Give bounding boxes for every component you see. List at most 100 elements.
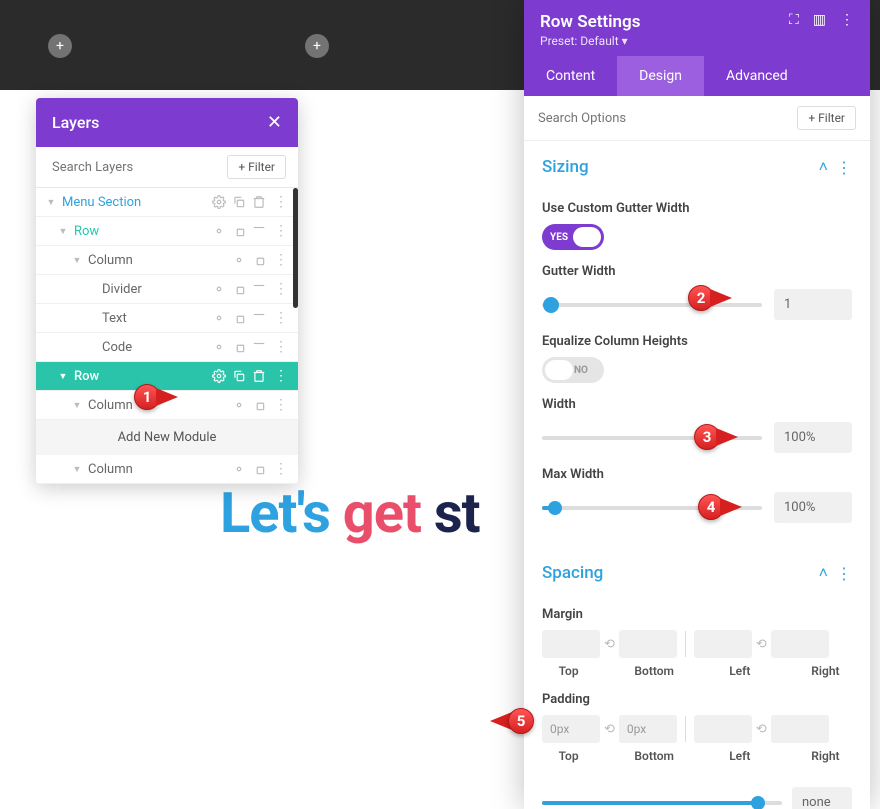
tab-design[interactable]: Design [617,56,704,96]
padding-top-input[interactable]: 0px [542,715,600,743]
layer-module-divider[interactable]: Divider ⋮ [36,275,298,304]
gear-icon[interactable] [232,462,246,476]
slider-thumb[interactable] [548,501,562,515]
caret-icon[interactable]: ▼ [70,255,84,266]
link-icon[interactable]: ⟲ [756,637,767,652]
more-icon[interactable]: ⋮ [272,281,290,297]
trash-icon[interactable] [252,224,266,238]
duplicate-icon[interactable] [232,282,246,296]
margin-top-input[interactable] [542,630,600,658]
row-settings-panel: Row Settings Preset: Default ▾ ⛶ ▥ ⋮ Con… [524,0,870,809]
duplicate-icon[interactable] [252,253,266,267]
more-icon[interactable]: ⋮ [272,397,290,413]
link-icon[interactable]: ⟲ [604,722,615,737]
section-sizing-header[interactable]: Sizing ˄ ⋮ [542,141,852,187]
layers-filter-button[interactable]: + Filter [227,155,286,179]
padding-bottom-input[interactable]: 0px [619,715,677,743]
chevron-up-icon[interactable]: ˄ [819,157,828,177]
more-icon[interactable]: ⋮ [272,461,290,477]
preset-dropdown[interactable]: Preset: Default ▾ [540,34,640,48]
layer-add-module[interactable]: Add New Module [36,420,298,455]
section-spacing-header[interactable]: Spacing ˄ ⋮ [542,547,852,593]
callout-2: 2 [688,285,732,311]
padding-left-input[interactable] [694,715,752,743]
callout-1: 1 [134,384,178,410]
gear-icon[interactable] [212,311,226,325]
tab-advanced[interactable]: Advanced [704,56,810,96]
more-icon[interactable]: ⋮ [272,252,290,268]
caret-icon[interactable]: ▼ [56,371,70,382]
gear-icon[interactable] [212,369,226,383]
gear-icon[interactable] [212,195,226,209]
unit-slider[interactable] [542,801,782,805]
snap-icon[interactable]: ▥ [813,12,826,28]
more-icon[interactable]: ⋮ [836,158,852,177]
duplicate-icon[interactable] [252,398,266,412]
caret-icon[interactable]: ▼ [70,464,84,475]
settings-body: Sizing ˄ ⋮ Use Custom Gutter Width YES G… [524,141,870,809]
layer-column[interactable]: ▼ Column ⋮ [36,246,298,275]
settings-filter-button[interactable]: + Filter [797,106,856,130]
trash-icon[interactable] [252,195,266,209]
label-gutter-width: Gutter Width [542,264,852,279]
layer-module-code[interactable]: Code ⋮ [36,333,298,362]
trash-icon[interactable] [252,369,266,383]
gear-icon[interactable] [232,398,246,412]
trash-icon[interactable] [252,340,266,354]
more-icon[interactable]: ⋮ [836,564,852,583]
layers-panel-title: Layers [52,113,99,132]
margin-right-input[interactable] [771,630,829,658]
label-width: Width [542,397,852,412]
toggle-custom-gutter[interactable]: YES [542,224,604,250]
caret-icon[interactable]: ▼ [44,197,58,208]
chevron-up-icon[interactable]: ˄ [819,563,828,583]
more-icon[interactable]: ⋮ [272,223,290,239]
slider-thumb[interactable] [751,796,765,809]
more-icon[interactable]: ⋮ [840,12,854,28]
tab-content[interactable]: Content [524,56,617,96]
settings-search-input[interactable] [538,111,797,126]
gear-icon[interactable] [212,282,226,296]
trash-icon[interactable] [252,311,266,325]
layer-column[interactable]: ▼ Column ⋮ [36,455,298,484]
duplicate-icon[interactable] [232,195,246,209]
margin-inputs: ⟲ ⟲ [542,630,852,658]
more-icon[interactable]: ⋮ [272,339,290,355]
more-icon[interactable]: ⋮ [272,194,290,210]
duplicate-icon[interactable] [232,311,246,325]
add-section-button[interactable]: + [48,34,72,58]
trash-icon[interactable] [252,282,266,296]
more-icon[interactable]: ⋮ [272,368,290,384]
slider-thumb[interactable] [543,297,559,313]
layer-section[interactable]: ▼ Menu Section ⋮ [36,188,298,217]
padding-right-input[interactable] [771,715,829,743]
width-value[interactable]: 100% [774,422,852,453]
unit-value[interactable]: none [792,787,852,809]
max-width-value[interactable]: 100% [774,492,852,523]
add-section-button[interactable]: + [305,34,329,58]
margin-bottom-input[interactable] [619,630,677,658]
gear-icon[interactable] [212,224,226,238]
duplicate-icon[interactable] [232,224,246,238]
toggle-equalize[interactable]: NO [542,357,604,383]
link-icon[interactable]: ⟲ [604,637,615,652]
layers-search-input[interactable] [48,156,227,179]
link-icon[interactable]: ⟲ [756,722,767,737]
gear-icon[interactable] [212,340,226,354]
settings-tabs: Content Design Advanced [524,56,870,96]
close-icon[interactable]: ✕ [267,112,282,133]
more-icon[interactable]: ⋮ [272,310,290,326]
expand-icon[interactable]: ⛶ [789,12,799,28]
duplicate-icon[interactable] [232,369,246,383]
duplicate-icon[interactable] [232,340,246,354]
layers-panel-header: Layers ✕ [36,98,298,147]
gear-icon[interactable] [232,253,246,267]
caret-icon[interactable]: ▼ [56,226,70,237]
layer-row[interactable]: ▼ Row ⋮ [36,217,298,246]
margin-left-input[interactable] [694,630,752,658]
caret-icon[interactable]: ▼ [70,400,84,411]
gutter-width-value[interactable]: 1 [774,289,852,320]
unit-slider-row: none [542,787,852,809]
layer-module-text[interactable]: Text ⋮ [36,304,298,333]
duplicate-icon[interactable] [252,462,266,476]
